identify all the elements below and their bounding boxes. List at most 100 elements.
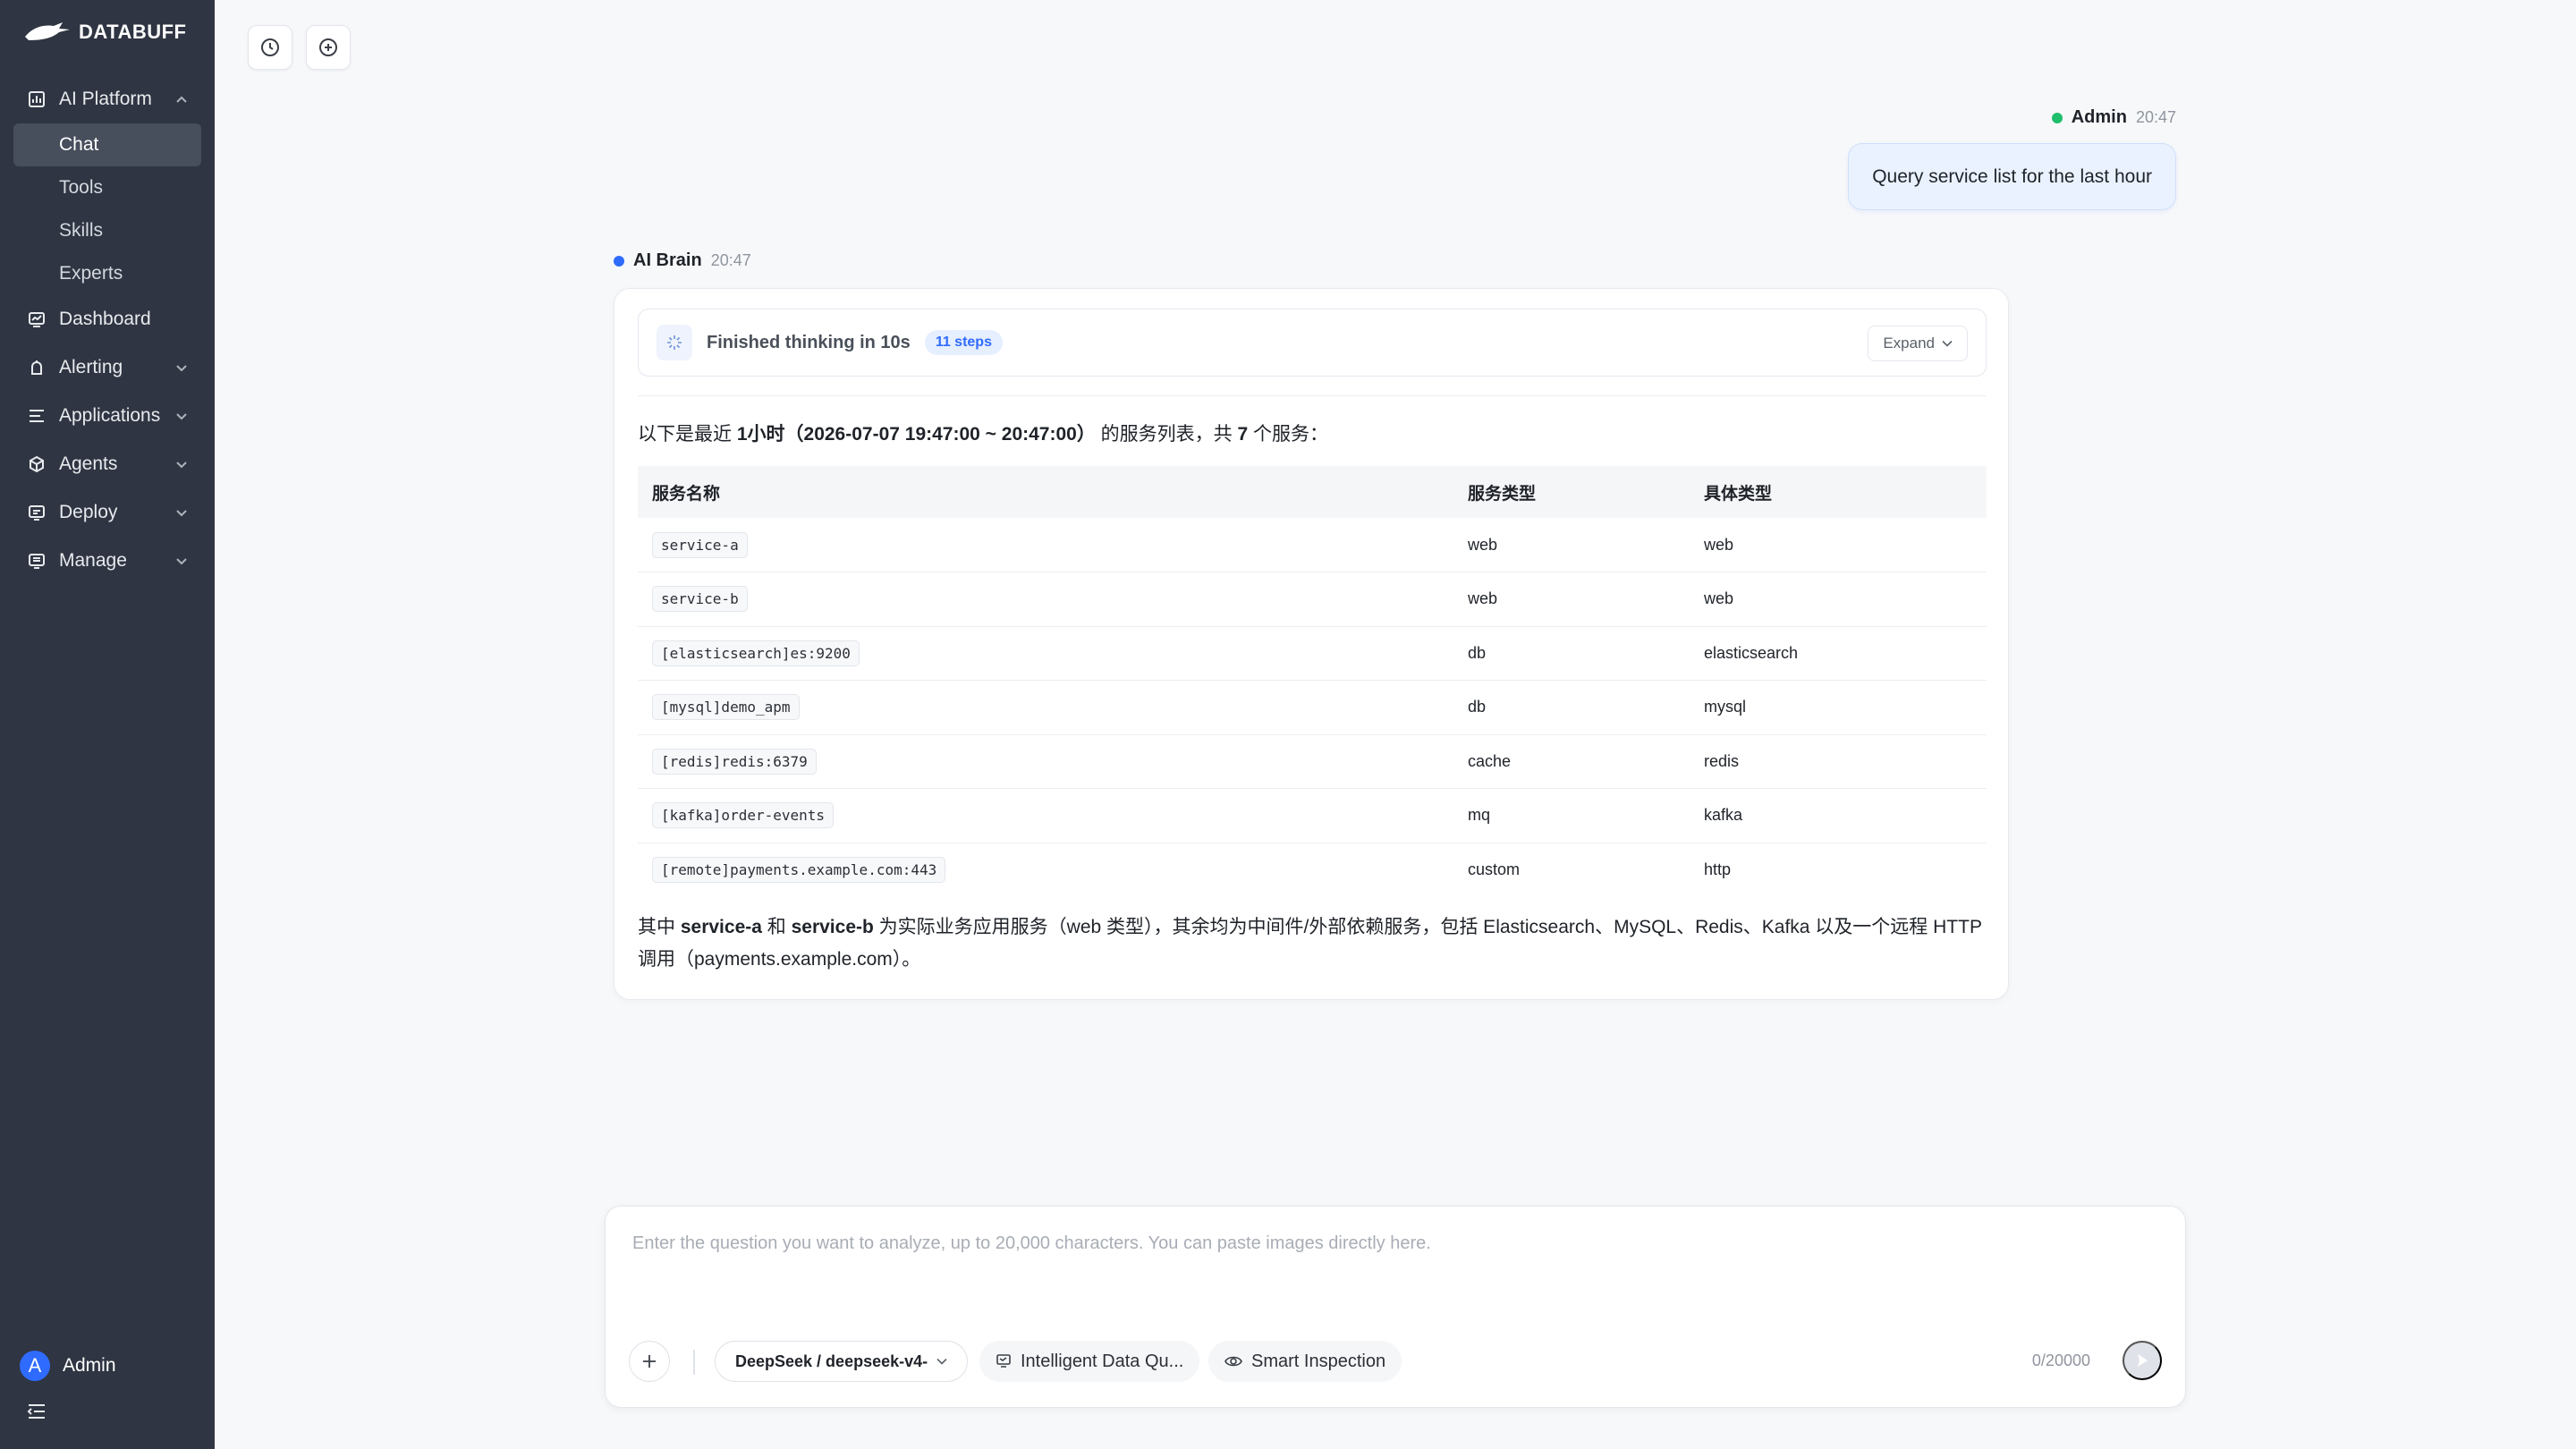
collapse-sidebar-button[interactable]	[27, 1402, 47, 1425]
table-cell: cache	[1453, 734, 1690, 789]
model-select[interactable]: DeepSeek / deepseek-v4-	[715, 1341, 969, 1382]
table-cell: redis	[1690, 734, 1987, 789]
history-button[interactable]	[248, 25, 292, 70]
model-label: DeepSeek / deepseek-v4-	[735, 1352, 928, 1370]
sidebar-group-deploy[interactable]: Deploy	[0, 488, 215, 537]
new-chat-button[interactable]	[306, 25, 351, 70]
intelligent-data-query-button[interactable]: Intelligent Data Qu...	[979, 1341, 1200, 1382]
message-time: 20:47	[2135, 108, 2176, 126]
service-table: 服务名称 服务类型 具体类型 service-a web web service…	[638, 466, 1987, 897]
character-count: 0/20000	[2031, 1352, 2090, 1369]
summary-service-b: service-b	[791, 917, 874, 937]
send-button[interactable]	[2123, 1341, 2162, 1380]
table-cell: web	[1690, 518, 1987, 572]
sidebar-group-manage[interactable]: Manage	[0, 537, 215, 585]
expand-button[interactable]: Expand	[1868, 326, 1968, 361]
column-header: 服务名称	[638, 466, 1453, 518]
chart-icon	[27, 89, 47, 109]
sidebar-item-chat[interactable]: Chat	[13, 123, 201, 166]
table-row: service-b web web	[638, 572, 1987, 627]
sidebar-item-label: Experts	[59, 263, 123, 284]
message-input[interactable]: Enter the question you want to analyze, …	[632, 1233, 1431, 1254]
data-query-icon	[996, 1354, 1011, 1368]
intro-range: 1小时（2026-07-07 19:47:00 ~ 20:47:00）	[736, 424, 1096, 445]
table-cell: [elasticsearch]es:9200	[638, 626, 1453, 681]
table-row: service-a web web	[638, 518, 1987, 572]
collapse-menu-icon	[27, 1404, 45, 1419]
agents-icon	[27, 454, 47, 474]
sidebar-group-ai-platform[interactable]: AI Platform	[0, 75, 215, 123]
online-status-dot	[2051, 112, 2063, 123]
mode-label: Intelligent Data Qu...	[1021, 1351, 1184, 1371]
sidebar-group-label: Applications	[59, 405, 161, 426]
attach-button[interactable]	[629, 1341, 670, 1382]
table-cell: db	[1453, 680, 1690, 735]
ai-message-card: Finished thinking in 10s 11 steps Expand…	[614, 288, 2009, 1000]
sidebar-group-applications[interactable]: Applications	[0, 392, 215, 440]
service-name-code: [kafka]order-events	[652, 802, 835, 829]
history-icon	[261, 38, 279, 56]
user-message-meta: Admin 20:47	[2051, 107, 2176, 128]
brand-logo[interactable]: DATABUFF	[23, 18, 187, 47]
response-intro: 以下是最近 1小时（2026-07-07 19:47:00 ~ 20:47:00…	[638, 419, 1328, 446]
table-cell: service-b	[638, 572, 1453, 627]
message-composer[interactable]: Enter the question you want to analyze, …	[605, 1206, 2186, 1408]
service-name-code: service-a	[652, 531, 748, 558]
table-cell: [kafka]order-events	[638, 788, 1453, 843]
dashboard-icon	[27, 309, 47, 329]
table-row: [mysql]demo_apm db mysql	[638, 680, 1987, 735]
service-name-code: [remote]payments.example.com:443	[652, 857, 946, 883]
divider	[638, 395, 1987, 396]
sidebar-group-label: Dashboard	[59, 309, 151, 329]
sidebar-group-label: Agents	[59, 453, 118, 474]
sidebar-item-label: Chat	[59, 134, 99, 155]
user-name: Admin	[63, 1355, 116, 1376]
chevron-up-icon	[176, 96, 187, 103]
service-name-code: [mysql]demo_apm	[652, 694, 800, 721]
sidebar-item-skills[interactable]: Skills	[0, 209, 215, 252]
expand-label: Expand	[1883, 335, 1935, 352]
sidebar-item-tools[interactable]: Tools	[0, 166, 215, 209]
alert-icon	[27, 358, 47, 377]
sidebar-group-label: Manage	[59, 550, 127, 571]
manage-icon	[27, 551, 47, 571]
table-cell: kafka	[1690, 788, 1987, 843]
divider	[693, 1350, 695, 1375]
thinking-summary[interactable]: Finished thinking in 10s 11 steps Expand	[638, 309, 1987, 377]
table-cell: web	[1453, 518, 1690, 572]
smart-inspection-button[interactable]: Smart Inspection	[1208, 1341, 1402, 1382]
ai-message-meta: AI Brain 20:47	[614, 250, 751, 271]
table-row: [remote]payments.example.com:443 custom …	[638, 843, 1987, 897]
user-message-bubble: Query service list for the last hour	[1848, 143, 2176, 210]
table-cell: service-a	[638, 518, 1453, 572]
sidebar-group-label: Alerting	[59, 357, 123, 377]
intro-count: 7	[1237, 424, 1249, 445]
chevron-down-icon	[176, 510, 187, 517]
intro-prefix: 以下是最近	[638, 424, 737, 445]
table-header-row: 服务名称 服务类型 具体类型	[638, 466, 1987, 518]
intro-suffix: 个服务：	[1248, 424, 1329, 445]
sidebar-item-label: Skills	[59, 220, 104, 241]
sidebar-group-alerting[interactable]: Alerting	[0, 343, 215, 392]
table-row: [redis]redis:6379 cache redis	[638, 734, 1987, 789]
sidebar: DATABUFF AI Platform Chat Tools Skills E…	[0, 0, 215, 1449]
summary-text: 和	[761, 917, 792, 937]
chevron-down-icon	[176, 462, 187, 469]
table-cell: [mysql]demo_apm	[638, 680, 1453, 735]
chevron-down-icon	[176, 365, 187, 372]
table-cell: [remote]payments.example.com:443	[638, 843, 1453, 897]
message-author: AI Brain	[633, 250, 702, 270]
service-name-code: [elasticsearch]es:9200	[652, 640, 860, 666]
sidebar-item-dashboard[interactable]: Dashboard	[0, 295, 215, 343]
table-cell: web	[1690, 572, 1987, 627]
send-icon	[2138, 1354, 2148, 1367]
chevron-down-icon	[936, 1358, 947, 1365]
sidebar-item-experts[interactable]: Experts	[0, 252, 215, 295]
databuff-logo-icon	[25, 22, 70, 40]
sidebar-group-agents[interactable]: Agents	[0, 440, 215, 488]
column-header: 具体类型	[1690, 466, 1987, 518]
response-summary: 其中 service-a 和 service-b 为实际业务应用服务（web 类…	[638, 911, 1987, 976]
service-name-code: service-b	[652, 586, 748, 613]
ai-status-dot	[614, 255, 624, 267]
sidebar-user[interactable]: A Admin	[20, 1351, 116, 1381]
